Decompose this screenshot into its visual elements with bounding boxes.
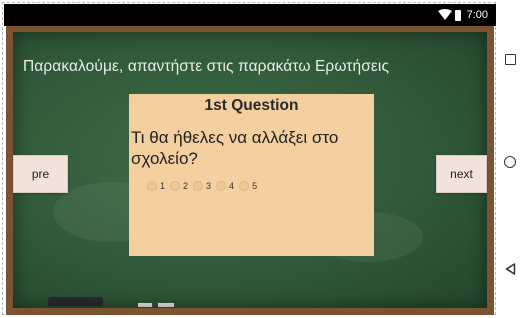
rating-option-5[interactable]: 5 bbox=[239, 181, 257, 191]
rating-option-1[interactable]: 1 bbox=[147, 181, 165, 191]
status-bar: 7:00 bbox=[4, 4, 496, 26]
rating-option-label: 5 bbox=[252, 181, 258, 191]
rating-option-label: 3 bbox=[206, 181, 212, 191]
home-button[interactable] bbox=[503, 155, 517, 169]
battery-icon bbox=[454, 9, 461, 21]
radio-button[interactable] bbox=[216, 181, 227, 191]
rating-option-4[interactable]: 4 bbox=[216, 181, 234, 191]
back-button[interactable] bbox=[503, 262, 517, 276]
rating-option-2[interactable]: 2 bbox=[170, 181, 188, 191]
triangle-back-icon bbox=[505, 263, 515, 275]
status-time: 7:00 bbox=[466, 9, 488, 21]
recents-button[interactable] bbox=[503, 52, 517, 66]
radio-button[interactable] bbox=[147, 181, 157, 191]
device-screen: 7:00 Παρακαλούμε, απαντήστε στις παρακάτ… bbox=[0, 0, 525, 318]
rating-options: 1 2 3 4 5 bbox=[147, 181, 257, 191]
radio-button[interactable] bbox=[239, 181, 250, 191]
square-icon bbox=[504, 53, 516, 65]
question-card: 1st Question Τι θα ήθελες να αλλάξει στο… bbox=[129, 94, 374, 256]
circle-icon bbox=[504, 156, 516, 168]
wifi-icon bbox=[437, 9, 452, 20]
question-text: Τι θα ήθελες να αλλάξει στο σχολείο? bbox=[131, 128, 339, 168]
radio-button[interactable] bbox=[193, 181, 204, 191]
rating-option-label: 4 bbox=[229, 181, 235, 191]
rating-option-label: 2 bbox=[183, 181, 189, 191]
status-icons: 7:00 bbox=[437, 7, 488, 23]
system-nav-bar bbox=[496, 0, 525, 318]
instruction-text: Παρακαλούμε, απαντήστε στις παρακάτω Ερω… bbox=[23, 58, 390, 75]
rating-option-label: 1 bbox=[160, 181, 166, 191]
radio-button[interactable] bbox=[170, 181, 181, 191]
previous-button[interactable]: pre bbox=[13, 155, 68, 193]
next-button[interactable]: next bbox=[436, 155, 487, 193]
question-title: 1st Question bbox=[204, 97, 299, 114]
rating-option-3[interactable]: 3 bbox=[193, 181, 211, 191]
